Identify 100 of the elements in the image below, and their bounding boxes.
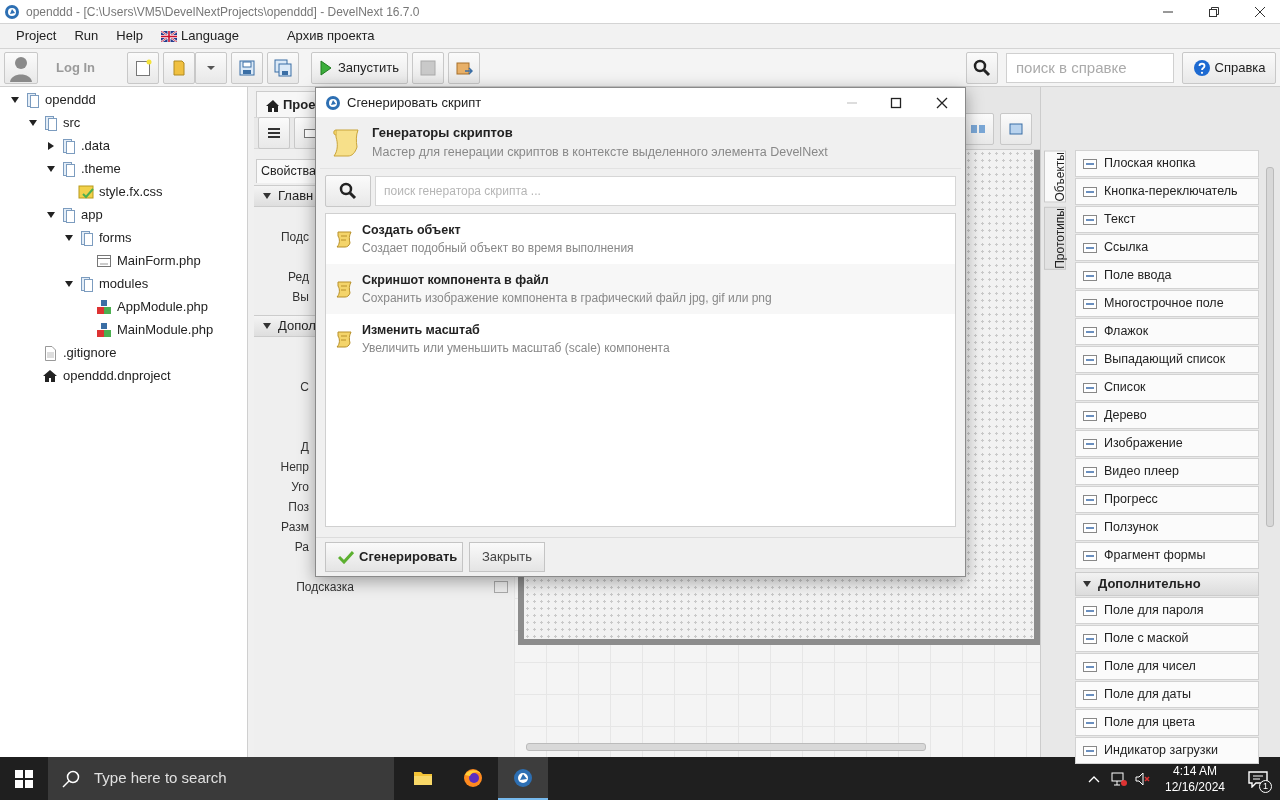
palette-item[interactable]: Поле ввода xyxy=(1075,262,1259,289)
expanded-arrow-icon[interactable] xyxy=(64,278,74,289)
tree-item[interactable]: .theme xyxy=(81,158,121,179)
palette-item[interactable]: Поле для цвета xyxy=(1075,709,1259,736)
taskbar-search-field[interactable]: Type here to search xyxy=(48,757,394,800)
component-icon xyxy=(1082,184,1098,199)
list-view-button[interactable] xyxy=(258,117,290,149)
expanded-arrow-icon[interactable] xyxy=(46,209,56,220)
app-icon xyxy=(325,94,341,111)
palette-item[interactable]: Ползунок xyxy=(1075,514,1259,541)
ellipsis-button[interactable] xyxy=(494,581,508,593)
palette-item[interactable]: Индикатор загрузки xyxy=(1075,737,1259,764)
palette-item[interactable]: Видео плеер xyxy=(1075,458,1259,485)
tree-item[interactable]: style.fx.css xyxy=(99,181,163,202)
palette-item[interactable]: Выпадающий список xyxy=(1075,346,1259,373)
palette-item[interactable]: Многострочное поле xyxy=(1075,290,1259,317)
search-button[interactable] xyxy=(325,175,371,207)
generate-button[interactable]: Сгенерировать xyxy=(325,542,463,572)
component-icon xyxy=(1082,464,1098,479)
blocks-icon xyxy=(96,321,112,338)
restore-icon[interactable] xyxy=(1208,5,1220,18)
close-icon[interactable] xyxy=(936,96,948,109)
palette-item[interactable]: Флажок xyxy=(1075,318,1259,345)
palette-section-header[interactable]: Дополнительно xyxy=(1075,572,1259,596)
palette-item[interactable]: Фрагмент формы xyxy=(1075,542,1259,569)
tree-item[interactable]: MainModule.php xyxy=(117,319,214,340)
tree-item[interactable]: MainForm.php xyxy=(117,250,201,271)
expanded-arrow-icon[interactable] xyxy=(46,163,56,174)
window-title: openddd - [C:\Users\VM5\DevelNextProjects\openddd] - DevelNext 16.7.0 xyxy=(26,3,421,21)
windows-icon xyxy=(15,769,33,788)
component-icon xyxy=(1082,240,1098,255)
palette-item[interactable]: Текст xyxy=(1075,206,1259,233)
tree-item[interactable]: src xyxy=(63,112,81,133)
search-icon xyxy=(973,58,991,77)
palette-item[interactable]: Поле для чисел xyxy=(1075,653,1259,680)
new-file-button[interactable] xyxy=(127,51,159,84)
palette-tab[interactable]: Объекты xyxy=(1044,151,1066,203)
property-label: Разм xyxy=(281,519,309,536)
palette-item[interactable]: Прогресс xyxy=(1075,486,1259,513)
component-icon xyxy=(1082,687,1098,702)
close-button[interactable]: Закрыть xyxy=(469,542,545,572)
tree-item[interactable]: forms xyxy=(99,227,132,248)
tree-item[interactable]: AppModule.php xyxy=(117,296,209,317)
generator-description: Увеличить или уменьшить масштаб (scale) компонента xyxy=(362,340,670,358)
menu-item[interactable]: Архив проекта xyxy=(278,25,383,47)
menu-icon xyxy=(267,127,281,139)
close-icon[interactable] xyxy=(1254,5,1266,18)
network-icon[interactable] xyxy=(1110,770,1128,787)
palette-item[interactable]: Поле для даты xyxy=(1075,681,1259,708)
menu-item[interactable]: Language xyxy=(153,25,247,47)
component-icon xyxy=(1082,743,1098,758)
generator-search-field[interactable]: поиск генератора скрипта ... xyxy=(375,176,956,206)
palette-item[interactable]: Поле с маской xyxy=(1075,625,1259,652)
speaker-muted-icon[interactable] xyxy=(1134,770,1152,787)
chevron-up-icon[interactable] xyxy=(1088,774,1100,783)
folder-icon xyxy=(60,137,76,154)
maximize-icon[interactable] xyxy=(890,96,902,109)
expanded-arrow-icon[interactable] xyxy=(28,117,38,128)
tree-item[interactable]: .gitignore xyxy=(63,342,117,363)
collapsed-arrow-icon[interactable] xyxy=(46,140,56,151)
avatar-button[interactable] xyxy=(4,51,38,84)
help-button[interactable]: Справка xyxy=(1182,51,1276,84)
generator-item[interactable]: Скриншот компонента в файл Сохранить изображение компонента в графический файл jpg, gif или png xyxy=(326,264,955,314)
palette-item[interactable]: Ссылка xyxy=(1075,234,1259,261)
palette-item[interactable]: Кнопка-переключатель xyxy=(1075,178,1259,205)
tree-item[interactable]: app xyxy=(81,204,103,225)
property-label: С xyxy=(300,379,309,396)
palette-item[interactable]: Изображение xyxy=(1075,430,1259,457)
clock[interactable]: 4:14 AM 12/16/2024 xyxy=(1160,762,1230,795)
help-search-button[interactable] xyxy=(966,51,998,84)
blocks-icon xyxy=(96,298,112,315)
palette-item[interactable]: Дерево xyxy=(1075,402,1259,429)
tree-item[interactable]: .data xyxy=(81,135,110,156)
palette-section-label: Дополнительно xyxy=(1098,575,1201,594)
taskbar-app-button[interactable] xyxy=(498,757,548,800)
run-button[interactable]: Запустить xyxy=(311,51,408,84)
clock-date: 12/16/2024 xyxy=(1164,778,1226,795)
build-button[interactable] xyxy=(447,51,480,84)
help-search-field[interactable]: поиск в справке xyxy=(1006,52,1174,83)
menu-item[interactable]: Help xyxy=(108,25,152,47)
save-all-button[interactable] xyxy=(267,51,299,84)
grid-button[interactable] xyxy=(1000,113,1032,145)
scroll-icon xyxy=(334,279,354,299)
component-icon xyxy=(1082,715,1098,730)
palette-tab[interactable]: Прототипы xyxy=(1044,206,1066,270)
save-button[interactable] xyxy=(231,51,263,84)
expanded-arrow-icon[interactable] xyxy=(10,94,20,105)
menu-item[interactable]: Project xyxy=(8,25,65,47)
property-label: Вы xyxy=(292,289,309,306)
tree-item[interactable]: openddd.dnproject xyxy=(63,365,171,386)
folder-icon xyxy=(78,275,94,292)
tree-item[interactable]: openddd xyxy=(45,89,96,110)
menu-item[interactable]: Run xyxy=(66,25,107,47)
expanded-arrow-icon[interactable] xyxy=(64,232,74,243)
palette-item[interactable]: Список xyxy=(1075,374,1259,401)
palette-item[interactable]: Плоская кнопка xyxy=(1075,150,1259,177)
app-icon xyxy=(4,3,20,20)
tree-item[interactable]: modules xyxy=(99,273,149,294)
component-icon xyxy=(1082,352,1098,367)
palette-item[interactable]: Поле для пароля xyxy=(1075,597,1259,624)
